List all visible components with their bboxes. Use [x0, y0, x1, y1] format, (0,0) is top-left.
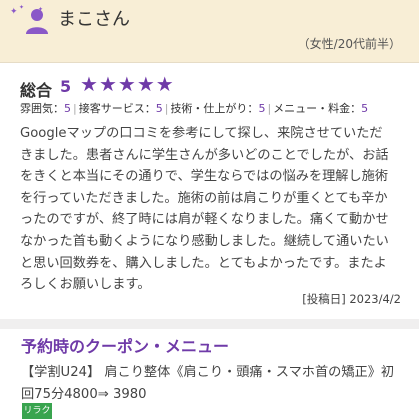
coupon-menu-link[interactable]: 【学割U24】 肩こり整体《肩こり・頭痛・スマホ首の矯正》初 回75分4800⇒ …	[21, 362, 411, 405]
review-card: 総合 5 ★ ★ ★ ★ ★ 雰囲気：5 | 接客サービス：5 | 技術・仕上がり：5 | メニュー…	[0, 63, 419, 319]
review-page: ✦ ✦ ✦ まこさん （女性/20代前半） 総合 5 ★ ★ ★ ★ ★ 雰囲気：5 | 接…	[0, 0, 419, 419]
person-icon	[26, 9, 48, 34]
subscore-separator: |	[267, 102, 272, 115]
subscore-value: 5	[361, 102, 369, 115]
review-text-line: と思い回数券を、購入しました。とてもよかったです。またよ	[20, 255, 387, 271]
star-icon: ★	[117, 72, 136, 96]
total-label: 総合	[20, 81, 53, 100]
review-text-line: ったのですが、終了時には肩が軽くなりました。痛くて動かせ	[20, 212, 389, 228]
reviewer-header: ✦ ✦ ✦ まこさん （女性/20代前半）	[0, 0, 419, 63]
star-icon: ★	[155, 72, 174, 96]
reviewer-demographics: （女性/20代前半）	[297, 37, 401, 51]
subscore-label: 技術・仕上がり：	[170, 102, 259, 115]
category-badge: リラク	[22, 403, 52, 419]
coupon-menu-line: 回75分4800⇒ 3980	[21, 386, 147, 402]
star-icon: ★	[80, 72, 98, 96]
review-text-line: なかった首も動くようになり感動しました。継続して通いたい	[20, 233, 389, 249]
review-text-line: をきくと本当にその通りで、学生ならではの悩みを理解し施術	[20, 169, 389, 185]
posted-date-value: 2023/4/2	[349, 292, 401, 306]
coupon-menu-line: 【学割U24】 肩こり整体《肩こり・頭痛・スマホ首の矯正》初	[21, 365, 395, 380]
star-icon: ★	[136, 72, 155, 96]
svg-text:✦: ✦	[10, 7, 18, 16]
review-text-line: Googleマップの口コミを参考にして探し、来院させていただ	[20, 126, 383, 141]
subscore-label: 雰囲気：	[20, 102, 64, 115]
coupon-section: 予約時のクーポン・メニュー 【学割U24】 肩こり整体《肩こり・頭痛・スマホ首の…	[0, 329, 419, 419]
posted-date: [投稿日] 2023/4/2	[302, 291, 401, 307]
review-text-line: を行っていただきました。施術の前は肩こりが重くとても辛か	[20, 190, 388, 206]
reviewer-name: まこさん	[58, 9, 130, 30]
section-divider	[0, 319, 419, 329]
subscore-value: 5	[155, 102, 163, 115]
subscore-separator: |	[73, 102, 77, 115]
star-rating: ★ ★ ★ ★ ★	[80, 73, 174, 95]
review-text: Googleマップの口コミを参考にして探し、来院させていただ きました。患者さんに…	[20, 123, 402, 296]
subscore-list: 雰囲気：5 | 接客サービス：5 | 技術・仕上がり：5 | メニュー・料金：5	[20, 100, 368, 116]
subscore-label: メニュー・料金：	[273, 102, 362, 115]
review-text-line: きました。患者さんに学生さんが多いどのことでしたが、お話	[20, 147, 389, 163]
coupon-heading: 予約時のクーポン・メニュー	[21, 337, 230, 356]
posted-label: [投稿日]	[302, 292, 346, 306]
subscore-value: 5	[64, 102, 71, 115]
total-score: 5	[60, 77, 72, 96]
subscore-label: 接客サービス：	[78, 102, 156, 115]
star-icon: ★	[98, 72, 117, 96]
